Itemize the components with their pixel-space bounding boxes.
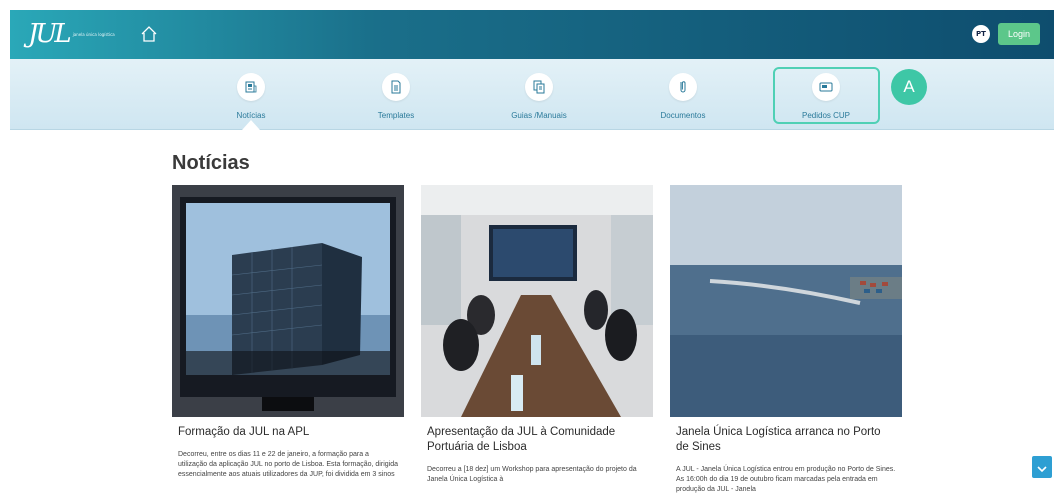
nav-item-templates[interactable]: Templates xyxy=(341,73,451,120)
top-bar: JUL janela única logística PT Login xyxy=(10,10,1054,59)
news-excerpt: Decorreu a [18 dez] um Workshop para apr… xyxy=(427,466,637,483)
logo-subtitle: janela única logística xyxy=(72,31,115,37)
language-selector[interactable]: PT xyxy=(972,25,990,43)
news-image-sines-port[interactable] xyxy=(670,185,902,417)
page-title: Notícias xyxy=(172,152,250,174)
nav-label: Templates xyxy=(377,111,415,120)
active-tab-caret xyxy=(242,120,260,130)
nav-label: Guias /Manuais xyxy=(511,111,567,120)
nav-label: Notícias xyxy=(236,111,266,120)
nav-item-documentos[interactable]: Documentos xyxy=(628,73,738,120)
main-nav: Notícias Templates Guias /Manuais Docume… xyxy=(10,59,1054,130)
news-title[interactable]: Apresentação da JUL à Comunidade Portuár… xyxy=(421,425,653,455)
news-title[interactable]: Janela Única Logística arranca no Porto … xyxy=(670,425,902,455)
news-title[interactable]: Formação da JUL na APL xyxy=(172,425,404,440)
nav-item-guias[interactable]: Guias /Manuais xyxy=(484,73,594,120)
news-card[interactable]: Formação da JUL na APL Decorreu, entre o… xyxy=(172,185,404,480)
guides-icon xyxy=(525,73,553,101)
jul-logo[interactable]: JUL janela única logística xyxy=(28,19,115,49)
logo-mark: JUL xyxy=(28,19,72,49)
news-icon xyxy=(237,73,265,101)
nav-item-noticias[interactable]: Notícias xyxy=(196,73,306,120)
document-icon xyxy=(669,73,697,101)
news-excerpt: A JUL - Janela Única Logística entrou em… xyxy=(676,466,896,493)
nav-label: Documentos xyxy=(660,111,706,120)
news-card[interactable]: Janela Única Logística arranca no Porto … xyxy=(670,185,902,495)
template-icon xyxy=(382,73,410,101)
news-excerpt: Decorreu, entre os dias 11 e 22 de janei… xyxy=(178,451,398,478)
news-image-apl-building[interactable] xyxy=(172,185,404,417)
home-icon[interactable] xyxy=(138,23,160,45)
annotation-badge: A xyxy=(891,69,927,105)
login-button[interactable]: Login xyxy=(998,23,1040,45)
scroll-down-button[interactable] xyxy=(1032,456,1052,478)
chevron-down-icon xyxy=(1037,458,1047,477)
pedidos-cup-highlight xyxy=(773,67,880,124)
news-card[interactable]: Apresentação da JUL à Comunidade Portuár… xyxy=(421,185,653,485)
news-image-meeting-room[interactable] xyxy=(421,185,653,417)
